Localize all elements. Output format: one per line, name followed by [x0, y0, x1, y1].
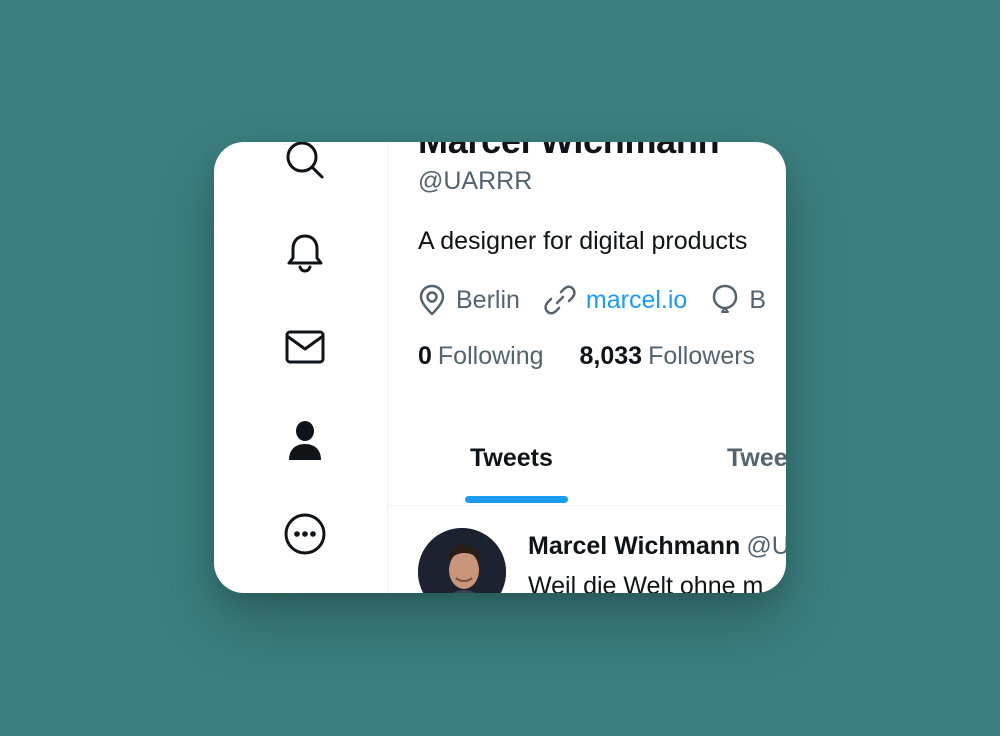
active-tab-indicator [465, 496, 568, 503]
tweet-text: Weil die Welt ohne m [528, 572, 764, 593]
followers-stat[interactable]: 8,033 Followers [580, 342, 756, 371]
tab-tweets-and-replies[interactable]: Tweets & replies [727, 412, 786, 505]
profile-birthday: B [711, 284, 766, 316]
following-stat[interactable]: 0 Following [418, 342, 544, 371]
avatar[interactable] [418, 528, 506, 593]
link-icon [544, 285, 576, 315]
profile-handle: @UARRR [418, 167, 533, 195]
bell-icon[interactable] [284, 232, 326, 274]
tweet-author[interactable]: Marcel Wichmann@UARRR [528, 532, 786, 561]
followers-label: Followers [648, 342, 756, 370]
birthday-text: B [749, 285, 767, 314]
profile-meta: Berlin marcel.io B [418, 282, 786, 318]
profile-icon[interactable] [284, 419, 326, 461]
balloon-icon [713, 284, 738, 313]
location-text: Berlin [456, 285, 520, 314]
tweet-author-name: Marcel Wichmann [528, 532, 741, 560]
profile-stats: 0 Following 8,033 Followers [418, 342, 786, 371]
more-icon[interactable] [284, 513, 326, 555]
profile-tabs: Tweets Tweets & replies [388, 412, 786, 506]
profile-card: Marcel Wichmann @UARRR A designer for di… [214, 142, 786, 593]
profile-column: Marcel Wichmann @UARRR A designer for di… [388, 142, 786, 593]
profile-website: marcel.io [544, 284, 687, 316]
backdrop: Marcel Wichmann @UARRR A designer for di… [0, 0, 1000, 736]
following-label: Following [437, 342, 544, 370]
tab-tweets[interactable]: Tweets [470, 412, 553, 505]
profile-display-name: Marcel Wichmann [418, 142, 720, 162]
following-count: 0 [418, 342, 432, 370]
sidebar-nav [214, 142, 388, 593]
location-pin-icon [419, 284, 445, 316]
website-link[interactable]: marcel.io [586, 286, 687, 315]
search-icon[interactable] [284, 142, 326, 181]
profile-bio: A designer for digital products [418, 227, 748, 255]
tweet-item[interactable]: Marcel Wichmann@UARRR Weil die Welt ohne… [388, 506, 786, 593]
profile-location: Berlin [418, 284, 520, 316]
mail-icon[interactable] [284, 326, 326, 368]
tweet-author-handle: @UARRR [746, 532, 786, 560]
followers-count: 8,033 [579, 342, 643, 370]
